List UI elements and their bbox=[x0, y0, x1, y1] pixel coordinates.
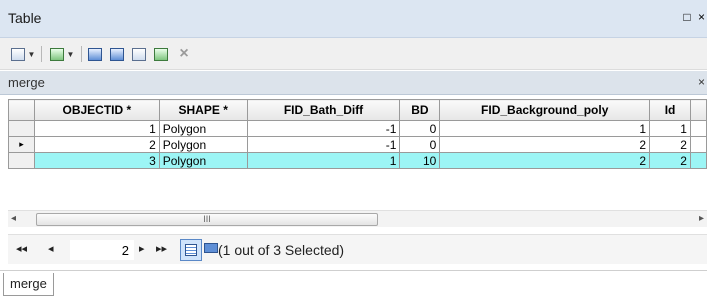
close-table-icon[interactable]: × bbox=[698, 75, 705, 89]
table-cell[interactable]: 2 bbox=[649, 152, 691, 169]
table-options-icon bbox=[10, 47, 25, 61]
zoom-to-selected-icon bbox=[154, 47, 168, 61]
column-header[interactable]: FID_Background_poly bbox=[439, 99, 651, 121]
column-header-filler bbox=[689, 99, 707, 121]
window-controls[interactable]: □ × bbox=[683, 10, 707, 24]
scroll-right-icon[interactable]: ▸ bbox=[699, 213, 704, 224]
row-selector[interactable] bbox=[8, 152, 35, 169]
table-cell[interactable]: 0 bbox=[399, 136, 441, 153]
table-toolbar: ▼ ▼ × bbox=[0, 38, 707, 70]
table-cell[interactable]: 3 bbox=[33, 152, 160, 169]
related-tables-button[interactable]: ▼ bbox=[46, 45, 78, 63]
attribute-table: OBJECTID * SHAPE * FID_Bath_Diff BD FID_… bbox=[8, 99, 707, 169]
table-cell[interactable]: 1 bbox=[33, 120, 160, 137]
table-cell[interactable]: 1 bbox=[246, 152, 401, 169]
column-header[interactable]: FID_Bath_Diff bbox=[246, 99, 401, 121]
table-cell[interactable]: 2 bbox=[439, 136, 651, 153]
show-all-records-button[interactable] bbox=[180, 239, 202, 261]
current-record-input[interactable] bbox=[70, 240, 134, 260]
column-header[interactable]: OBJECTID * bbox=[33, 99, 160, 121]
table-row[interactable]: 1 Polygon -1 0 1 1 bbox=[8, 120, 707, 137]
clear-selection-icon bbox=[132, 47, 146, 61]
row-selector[interactable]: ▸ bbox=[8, 136, 35, 153]
table-cell[interactable]: 2 bbox=[33, 136, 160, 153]
table-row-selected[interactable]: 3 Polygon 1 10 2 2 bbox=[8, 152, 707, 169]
table-cell[interactable]: 0 bbox=[399, 120, 441, 137]
table-cell[interactable]: 1 bbox=[649, 120, 691, 137]
table-cell[interactable]: -1 bbox=[246, 136, 401, 153]
table-tabs-bar: merge bbox=[0, 270, 707, 299]
column-header[interactable]: BD bbox=[399, 99, 441, 121]
scroll-left-icon[interactable]: ◂ bbox=[11, 213, 16, 224]
record-navigator: ◂◂ ◂ ▸ ▸▸ (1 out of 3 Selected) bbox=[8, 234, 707, 264]
row-selector[interactable] bbox=[8, 120, 35, 137]
zoom-to-selected-button[interactable] bbox=[151, 45, 171, 63]
selection-count: (1 out of 3 Selected) bbox=[218, 242, 345, 258]
window-title: Table bbox=[8, 10, 42, 26]
table-options-button[interactable]: ▼ bbox=[8, 45, 38, 63]
table-cell-filler bbox=[689, 152, 707, 169]
scrollbar-grip: III bbox=[203, 214, 211, 224]
table-name[interactable]: merge bbox=[8, 75, 45, 90]
table-row[interactable]: ▸ 2 Polygon -1 0 2 2 bbox=[8, 136, 707, 153]
select-by-attributes-button[interactable] bbox=[86, 45, 104, 63]
window-title-bar: Table □ × bbox=[0, 0, 707, 38]
switch-selection-button[interactable] bbox=[108, 45, 126, 63]
first-record-icon[interactable]: ◂◂ bbox=[16, 242, 27, 255]
show-selected-records-icon bbox=[204, 243, 218, 253]
next-record-icon[interactable]: ▸ bbox=[139, 242, 145, 255]
horizontal-scrollbar[interactable]: ◂ III ▸ bbox=[8, 210, 707, 227]
delete-selected-button[interactable]: × bbox=[175, 45, 193, 63]
show-all-records-icon bbox=[185, 244, 197, 256]
switch-selection-icon bbox=[110, 47, 124, 61]
related-tables-icon bbox=[49, 47, 64, 61]
table-cell-filler bbox=[689, 120, 707, 137]
last-record-icon[interactable]: ▸▸ bbox=[156, 242, 167, 255]
table-tab-header: merge × bbox=[0, 71, 707, 95]
table-cell[interactable]: 1 bbox=[439, 120, 651, 137]
table-cell[interactable]: 2 bbox=[439, 152, 651, 169]
column-header[interactable]: SHAPE * bbox=[158, 99, 248, 121]
header-row: OBJECTID * SHAPE * FID_Bath_Diff BD FID_… bbox=[8, 99, 707, 121]
table-cell[interactable]: -1 bbox=[246, 120, 401, 137]
delete-selected-icon: × bbox=[179, 45, 189, 62]
row-selector-header[interactable] bbox=[8, 99, 35, 121]
table-cell-filler bbox=[689, 136, 707, 153]
table-cell[interactable]: Polygon bbox=[158, 120, 248, 137]
table-cell[interactable]: 10 bbox=[399, 152, 441, 169]
table-cell[interactable]: Polygon bbox=[158, 136, 248, 153]
column-header[interactable]: Id bbox=[649, 99, 691, 121]
scrollbar-thumb[interactable]: III bbox=[36, 213, 378, 226]
attribute-grid: OBJECTID * SHAPE * FID_Bath_Diff BD FID_… bbox=[8, 99, 707, 207]
select-by-attributes-icon bbox=[88, 47, 102, 61]
table-cell[interactable]: 2 bbox=[649, 136, 691, 153]
clear-selection-button[interactable] bbox=[130, 45, 148, 63]
previous-record-icon[interactable]: ◂ bbox=[48, 242, 54, 255]
table-cell[interactable]: Polygon bbox=[158, 152, 248, 169]
table-tab-merge[interactable]: merge bbox=[3, 273, 54, 296]
